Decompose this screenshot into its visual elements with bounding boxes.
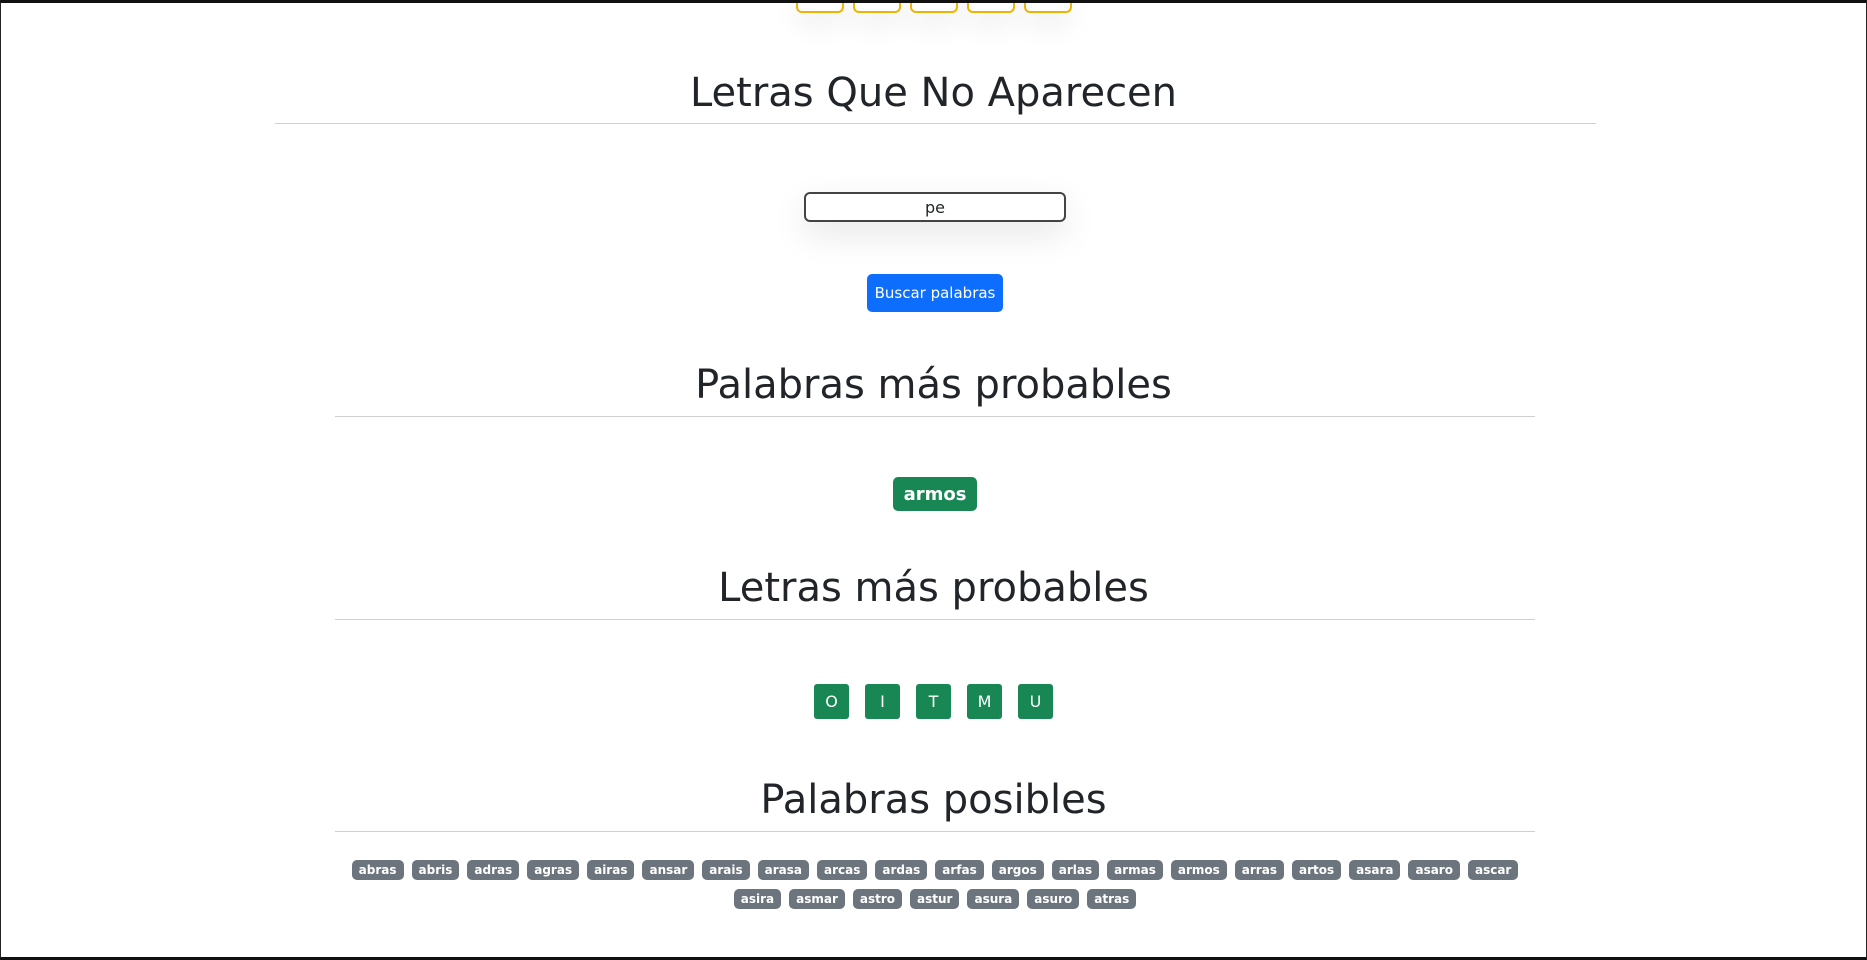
section-title-probable-letters: Letras más probables	[718, 565, 1149, 611]
possible-word-badge[interactable]: airas	[587, 860, 635, 880]
divider	[275, 123, 1596, 124]
possible-word-badge[interactable]: armos	[1170, 860, 1227, 880]
possible-word-badge[interactable]: asira	[733, 889, 782, 909]
probable-letter-tile[interactable]: I	[865, 684, 900, 719]
possible-word-badge[interactable]: asura	[967, 889, 1020, 909]
probable-letter-tile[interactable]: M	[967, 684, 1002, 719]
letter-slot	[852, 3, 901, 13]
possible-word-badge[interactable]: asmar	[789, 889, 845, 909]
section-missing-letters: Letras Que No Aparecen	[1, 69, 1866, 124]
possible-word-badge[interactable]: arcas	[817, 860, 868, 880]
section-possible-words: Palabras posibles	[1, 776, 1866, 832]
section-probable-letters: Letras más probables	[1, 564, 1866, 620]
possible-word-badge[interactable]: astur	[910, 889, 960, 909]
possible-word-badge[interactable]: abras	[351, 860, 404, 880]
possible-word-badge[interactable]: adras	[467, 860, 520, 880]
possible-word-badge[interactable]: asaro	[1408, 860, 1460, 880]
possible-word-badge[interactable]: agras	[527, 860, 580, 880]
possible-word-badge[interactable]: argos	[991, 860, 1044, 880]
possible-words-list: abras abris adras agras airas ansar arais arasa…	[335, 860, 1535, 909]
possible-word-badge[interactable]: asara	[1349, 860, 1401, 880]
divider	[335, 416, 1535, 417]
divider	[335, 831, 1535, 832]
possible-word-badge[interactable]: arais	[702, 860, 750, 880]
section-title-missing-letters: Letras Que No Aparecen	[689, 70, 1178, 116]
probable-word-badge[interactable]: armos	[893, 477, 977, 511]
excluded-letters-input[interactable]	[804, 192, 1066, 222]
letters-input-wrapper	[804, 192, 1066, 222]
possible-word-badge[interactable]: arras	[1234, 860, 1284, 880]
section-title-probable-words: Palabras más probables	[695, 362, 1172, 408]
possible-word-badge[interactable]: asuro	[1027, 889, 1080, 909]
divider	[335, 619, 1535, 620]
possible-word-badge[interactable]: ansar	[642, 860, 695, 880]
probable-letter-tile[interactable]: U	[1018, 684, 1053, 719]
possible-word-badge[interactable]: abris	[411, 860, 460, 880]
letter-slot	[795, 3, 844, 13]
possible-word-badge[interactable]: arfas	[935, 860, 984, 880]
search-words-button[interactable]: Buscar palabras	[867, 274, 1003, 312]
possible-word-badge[interactable]: armas	[1107, 860, 1163, 880]
probable-letter-tile[interactable]: O	[814, 684, 849, 719]
possible-word-badge[interactable]: astro	[852, 889, 903, 909]
page: Letras Que No Aparecen Buscar palabras P…	[0, 0, 1867, 960]
section-probable-words: Palabras más probables	[1, 361, 1866, 417]
section-title-possible-words: Palabras posibles	[760, 777, 1107, 823]
possible-word-badge[interactable]: ardas	[875, 860, 928, 880]
top-tile-row	[1, 3, 1866, 13]
letter-slot	[909, 3, 958, 13]
probable-letter-tile[interactable]: T	[916, 684, 951, 719]
possible-word-badge[interactable]: arlas	[1051, 860, 1100, 880]
letter-slot	[966, 3, 1015, 13]
possible-word-badge[interactable]: artos	[1291, 860, 1342, 880]
probable-letters-row: OITMU	[1, 684, 1866, 719]
possible-word-badge[interactable]: atras	[1087, 889, 1137, 909]
possible-word-badge[interactable]: arasa	[757, 860, 810, 880]
possible-word-badge[interactable]: ascar	[1467, 860, 1519, 880]
letter-slot	[1023, 3, 1072, 13]
